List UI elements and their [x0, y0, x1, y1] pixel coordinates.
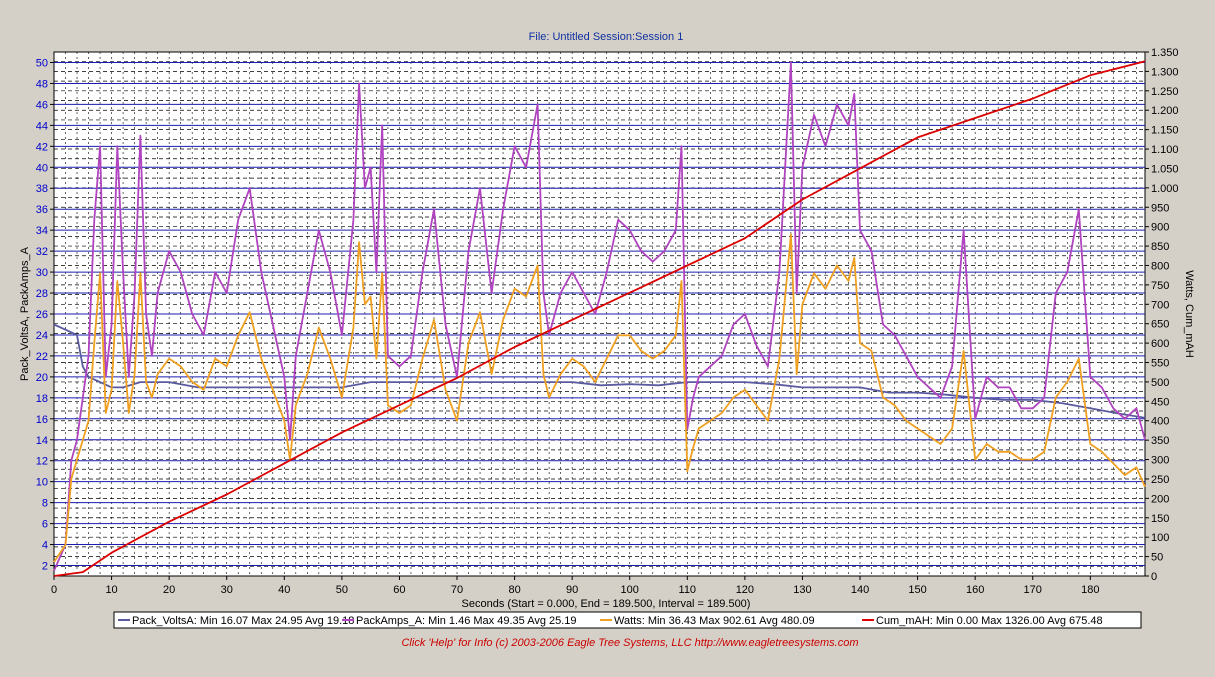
y-right-tick-label: 1.250 [1151, 86, 1179, 98]
y-right-tick-label: 800 [1151, 260, 1169, 272]
x-tick-label: 20 [163, 584, 175, 596]
y-left-tick-label: 12 [36, 456, 48, 468]
x-tick-label: 50 [336, 584, 348, 596]
y-left-tick-label: 2 [42, 561, 48, 573]
y-right-tick-label: 750 [1151, 280, 1169, 292]
chart-window: File: Untitled Session:Session 1 2 4 6 8 10 1… [0, 0, 1215, 677]
y-right-tick-label: 1.150 [1151, 125, 1179, 137]
y-left-tick-label: 10 [36, 477, 48, 489]
y-left-tick-label: 48 [36, 78, 48, 90]
y-right-tick-label: 1.000 [1151, 183, 1179, 195]
x-tick-label: 40 [278, 584, 290, 596]
x-tick-label: 80 [508, 584, 520, 596]
y-left-tick-label: 34 [36, 225, 48, 237]
y-right-tick-label: 150 [1151, 513, 1169, 525]
y-left-tick-label: 44 [36, 120, 48, 132]
y-left-tick-label: 18 [36, 393, 48, 405]
y-left-tick-label: 32 [36, 246, 48, 258]
legend-entry: Cum_mAH: Min 0.00 Max 1326.00 Avg 675.48 [876, 615, 1103, 627]
y-left-tick-label: 20 [36, 372, 48, 384]
y-right-tick-label: 300 [1151, 455, 1169, 467]
y-left-tick-label: 22 [36, 351, 48, 363]
x-tick-label: 130 [793, 584, 811, 596]
y-left-tick-label: 4 [42, 540, 48, 552]
x-axis-label: Seconds (Start = 0.000, End = 189.500, I… [462, 598, 751, 610]
x-tick-label: 140 [851, 584, 869, 596]
x-tick-label: 100 [621, 584, 639, 596]
x-tick-label: 30 [221, 584, 233, 596]
x-tick-label: 60 [393, 584, 405, 596]
x-tick-label: 170 [1024, 584, 1042, 596]
y-left-tick-label: 28 [36, 288, 48, 300]
y-left-tick-label: 24 [36, 330, 48, 342]
x-tick-label: 10 [105, 584, 117, 596]
legend-entry: PackAmps_A: Min 1.46 Max 49.35 Avg 25.19 [356, 615, 577, 627]
y-right-tick-label: 50 [1151, 552, 1163, 564]
y-right-tick-label: 500 [1151, 377, 1169, 389]
y-right-tick-label: 950 [1151, 202, 1169, 214]
x-tick-label: 0 [51, 584, 57, 596]
y-right-tick-label: 350 [1151, 435, 1169, 447]
legend-entry: Watts: Min 36.43 Max 902.61 Avg 480.09 [614, 615, 815, 627]
y-left-tick-label: 26 [36, 309, 48, 321]
y-left-tick-label: 36 [36, 204, 48, 216]
y-right-tick-label: 1.350 [1151, 47, 1179, 59]
x-tick-label: 180 [1081, 584, 1099, 596]
y-left-tick-label: 6 [42, 519, 48, 531]
x-tick-label: 160 [966, 584, 984, 596]
x-tick-label: 120 [736, 584, 754, 596]
y-right-tick-label: 200 [1151, 493, 1169, 505]
y-right-tick-label: 850 [1151, 241, 1169, 253]
y-right-tick-label: 550 [1151, 358, 1169, 370]
y-right-tick-label: 0 [1151, 571, 1157, 583]
y-right-tick-label: 900 [1151, 222, 1169, 234]
y-left-tick-label: 16 [36, 414, 48, 426]
y-left-tick-label: 42 [36, 141, 48, 153]
y-left-tick-label: 8 [42, 498, 48, 510]
y-axis-left-label: Pack_VoltsA, PackAmps_A [19, 246, 31, 381]
y-right-tick-label: 700 [1151, 299, 1169, 311]
y-right-tick-label: 1.100 [1151, 144, 1179, 156]
y-left-tick-label: 38 [36, 183, 48, 195]
y-axis-right-label: Watts, Cum_mAH [1183, 270, 1195, 358]
legend-entry: Pack_VoltsA: Min 16.07 Max 24.95 Avg 19.… [132, 615, 354, 627]
y-left-tick-label: 50 [36, 57, 48, 69]
footer-text: Click 'Help' for Info (c) 2003-2006 Eagl… [401, 637, 858, 649]
legend: Pack_VoltsA: Min 16.07 Max 24.95 Avg 19.… [113, 611, 1142, 629]
y-left-tick-label: 46 [36, 99, 48, 111]
y-right-tick-label: 100 [1151, 532, 1169, 544]
y-right-tick-label: 1.200 [1151, 105, 1179, 117]
y-right-tick-label: 400 [1151, 416, 1169, 428]
chart-title: File: Untitled Session:Session 1 [529, 31, 684, 43]
x-tick-label: 70 [451, 584, 463, 596]
y-right-tick-label: 1.050 [1151, 163, 1179, 175]
y-right-tick-label: 250 [1151, 474, 1169, 486]
y-left-tick-label: 14 [36, 435, 48, 447]
x-tick-label: 90 [566, 584, 578, 596]
y-right-tick-label: 1.300 [1151, 66, 1179, 78]
x-tick-label: 150 [908, 584, 926, 596]
y-right-tick-label: 600 [1151, 338, 1169, 350]
x-tick-label: 110 [679, 584, 697, 596]
chart-svg: File: Untitled Session:Session 1 2468101… [0, 0, 1215, 677]
y-left-tick-label: 40 [36, 162, 48, 174]
y-right-tick-label: 650 [1151, 319, 1169, 331]
y-right-tick-label: 450 [1151, 396, 1169, 408]
y-left-tick-label: 30 [36, 267, 48, 279]
